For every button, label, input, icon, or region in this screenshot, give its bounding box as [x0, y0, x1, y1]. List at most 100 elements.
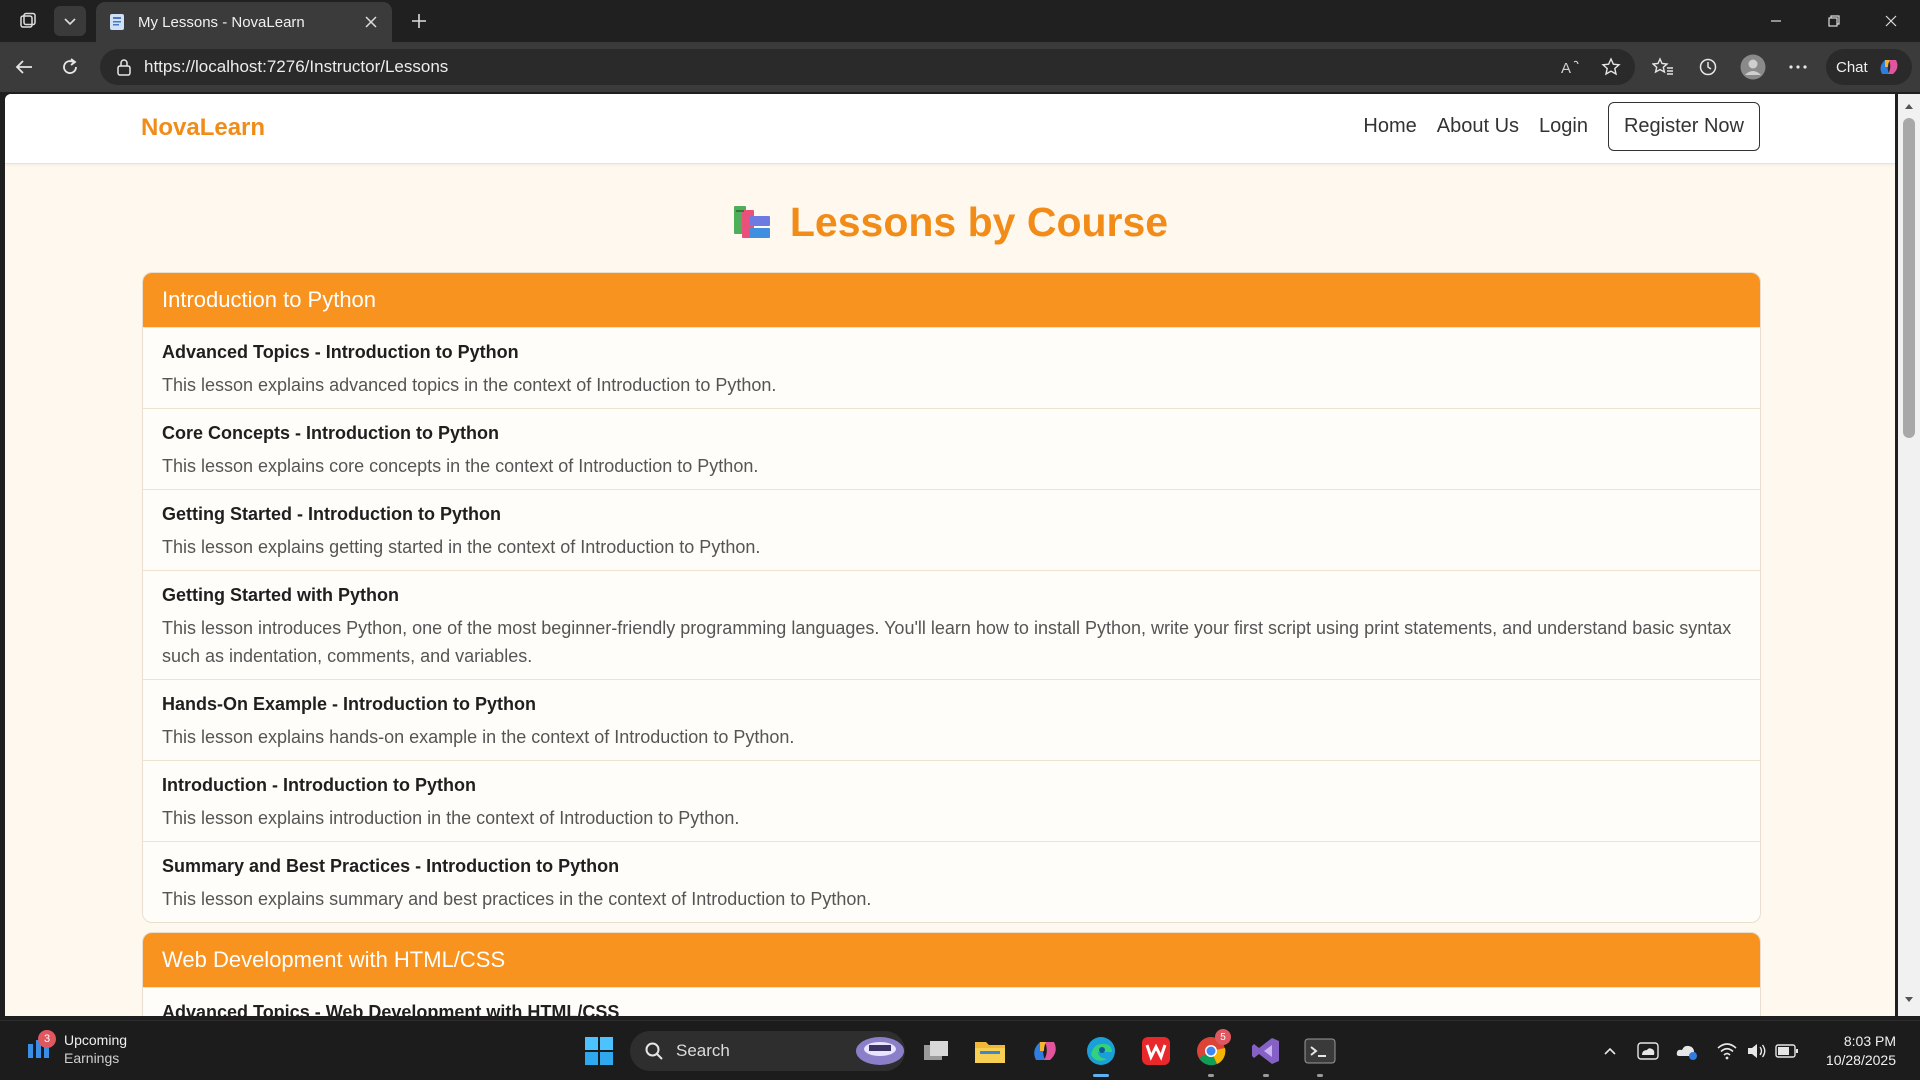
svg-text:A: A [1561, 60, 1571, 76]
chrome-badge: 5 [1215, 1029, 1231, 1045]
widget-badge: 3 [38, 1029, 56, 1048]
nav-login-link[interactable]: Login [1539, 109, 1588, 144]
active-app-indicator [1093, 1074, 1109, 1077]
course-card: Introduction to Python Advanced Topics -… [142, 272, 1761, 923]
cloud-sync-icon[interactable] [1673, 1037, 1701, 1065]
lesson-description: This lesson explains core concepts in th… [162, 456, 759, 476]
back-arrow-icon[interactable] [8, 51, 40, 83]
web-page: NovaLearn Home About Us Login Register N… [5, 94, 1895, 1016]
site-navbar: NovaLearn Home About Us Login Register N… [5, 94, 1895, 164]
address-bar[interactable]: https://localhost:7276/Instructor/Lesson… [100, 49, 1635, 85]
history-icon[interactable] [1692, 51, 1724, 83]
running-indicator [1263, 1074, 1269, 1077]
lesson-title: Summary and Best Practices - Introductio… [162, 856, 620, 876]
scroll-down-arrow-icon[interactable] [1903, 994, 1915, 1006]
brand-logo-text[interactable]: NovaLearn [141, 114, 265, 142]
wifi-icon[interactable] [1713, 1037, 1741, 1065]
lesson-item[interactable]: Core Concepts - Introduction to Python T… [143, 408, 1760, 489]
scrollbar-thumb[interactable] [1903, 118, 1915, 438]
lesson-title: Advanced Topics - Web Development with H… [162, 1002, 620, 1016]
start-windows-icon[interactable] [579, 1031, 619, 1071]
profile-avatar-icon[interactable] [1737, 51, 1769, 83]
books-emoji-icon [733, 206, 770, 238]
lock-icon[interactable] [116, 58, 132, 76]
onedrive-cloud-icon[interactable] [1634, 1037, 1662, 1065]
lesson-item[interactable]: Summary and Best Practices - Introductio… [143, 841, 1760, 922]
search-highlight-icon [856, 1037, 904, 1065]
running-indicator [1317, 1074, 1323, 1077]
lesson-description: This lesson explains advanced topics in … [162, 375, 777, 395]
clock-date: 10/28/2025 [1825, 1052, 1896, 1068]
lesson-item[interactable]: Advanced Topics - Introduction to Python… [143, 327, 1760, 408]
clock-time: 8:03 PM [1843, 1033, 1896, 1049]
lesson-item[interactable]: Introduction - Introduction to Python Th… [143, 760, 1760, 841]
lesson-description: This lesson explains summary and best pr… [162, 889, 872, 909]
lesson-item[interactable]: Hands-On Example - Introduction to Pytho… [143, 679, 1760, 760]
volume-icon[interactable] [1743, 1037, 1771, 1065]
url-text[interactable]: https://localhost:7276/Instructor/Lesson… [144, 57, 1555, 77]
favorite-star-icon[interactable] [1595, 51, 1627, 83]
more-options-icon[interactable] [1782, 51, 1814, 83]
task-view-icon[interactable] [916, 1031, 956, 1071]
copilot-icon [1880, 60, 1898, 74]
course-header: Web Development with HTML/CSS [143, 933, 1760, 987]
read-aloud-icon[interactable]: A [1555, 51, 1587, 83]
search-label: Search [676, 1041, 730, 1060]
nav-links: Home About Us Login Register Now [1343, 102, 1760, 151]
address-toolbar: https://localhost:7276/Instructor/Lesson… [0, 42, 1920, 92]
running-indicator [1208, 1074, 1214, 1077]
copilot-app-icon[interactable] [1025, 1031, 1065, 1071]
register-now-button[interactable]: Register Now [1607, 102, 1760, 151]
course-header: Introduction to Python [143, 273, 1760, 327]
restore-icon[interactable] [1805, 0, 1863, 42]
lesson-title: Core Concepts - Introduction to Python [162, 423, 499, 443]
tab-title: My Lessons - NovaLearn [138, 13, 305, 31]
chrome-browser-icon[interactable]: 5 [1191, 1029, 1231, 1077]
workspaces-icon[interactable] [12, 6, 44, 36]
lesson-description: This lesson explains getting started in … [162, 537, 761, 557]
show-hidden-icons-chevron-icon[interactable] [1596, 1037, 1624, 1065]
lesson-item[interactable]: Getting Started - Introduction to Python… [143, 489, 1760, 570]
page-title: Lessons by Course [5, 198, 1895, 246]
visual-studio-icon[interactable] [1246, 1031, 1286, 1077]
page-scrollbar[interactable] [1898, 94, 1920, 1016]
lesson-title: Hands-On Example - Introduction to Pytho… [162, 694, 537, 714]
wps-office-icon[interactable] [1136, 1031, 1176, 1071]
page-title-text: Lessons by Course [789, 198, 1169, 245]
lesson-description: This lesson introduces Python, one of th… [162, 618, 1732, 666]
lesson-description: This lesson explains introduction in the… [162, 808, 740, 828]
minimize-icon[interactable] [1747, 0, 1805, 42]
edge-browser-icon[interactable] [1081, 1031, 1121, 1077]
widget-subtitle: Earnings [64, 1050, 120, 1066]
page-icon [110, 14, 124, 30]
windows-taskbar: 3 Upcoming Earnings Search 5 8:03 PM 10/… [0, 1020, 1920, 1080]
refresh-icon[interactable] [54, 51, 86, 83]
favorites-icon[interactable] [1647, 51, 1679, 83]
scroll-up-arrow-icon[interactable] [1903, 100, 1915, 112]
battery-icon[interactable] [1773, 1037, 1801, 1065]
terminal-icon[interactable] [1300, 1031, 1340, 1077]
lesson-title: Getting Started - Introduction to Python [162, 504, 501, 524]
nav-home-link[interactable]: Home [1363, 109, 1416, 144]
tab-list-chevron-icon[interactable] [54, 6, 86, 36]
file-explorer-icon[interactable] [970, 1031, 1010, 1071]
chat-label: Chat [1836, 58, 1868, 76]
lesson-title: Advanced Topics - Introduction to Python [162, 342, 519, 362]
taskbar-search-box[interactable]: Search [630, 1031, 905, 1071]
widget-title: Upcoming [64, 1032, 128, 1048]
close-window-icon[interactable] [1862, 0, 1920, 42]
close-tab-icon[interactable] [360, 11, 382, 33]
lesson-title: Introduction - Introduction to Python [162, 775, 476, 795]
system-clock[interactable]: 8:03 PM 10/28/2025 [1812, 1032, 1896, 1070]
lesson-description: This lesson explains hands-on example in… [162, 727, 795, 747]
new-tab-plus-icon[interactable] [404, 6, 434, 36]
nav-about-link[interactable]: About Us [1437, 109, 1519, 144]
lesson-item[interactable]: Getting Started with Python This lesson … [143, 570, 1760, 679]
widgets-button[interactable]: 3 Upcoming Earnings [26, 1029, 128, 1067]
copilot-chat-button[interactable]: Chat [1826, 49, 1912, 85]
lesson-item[interactable]: Advanced Topics - Web Development with H… [143, 987, 1760, 1016]
course-card: Web Development with HTML/CSS Advanced T… [142, 932, 1761, 1016]
tab-my-lessons[interactable]: My Lessons - NovaLearn [96, 2, 392, 42]
browser-tab-bar: My Lessons - NovaLearn [0, 0, 1920, 42]
search-icon [645, 1042, 663, 1060]
